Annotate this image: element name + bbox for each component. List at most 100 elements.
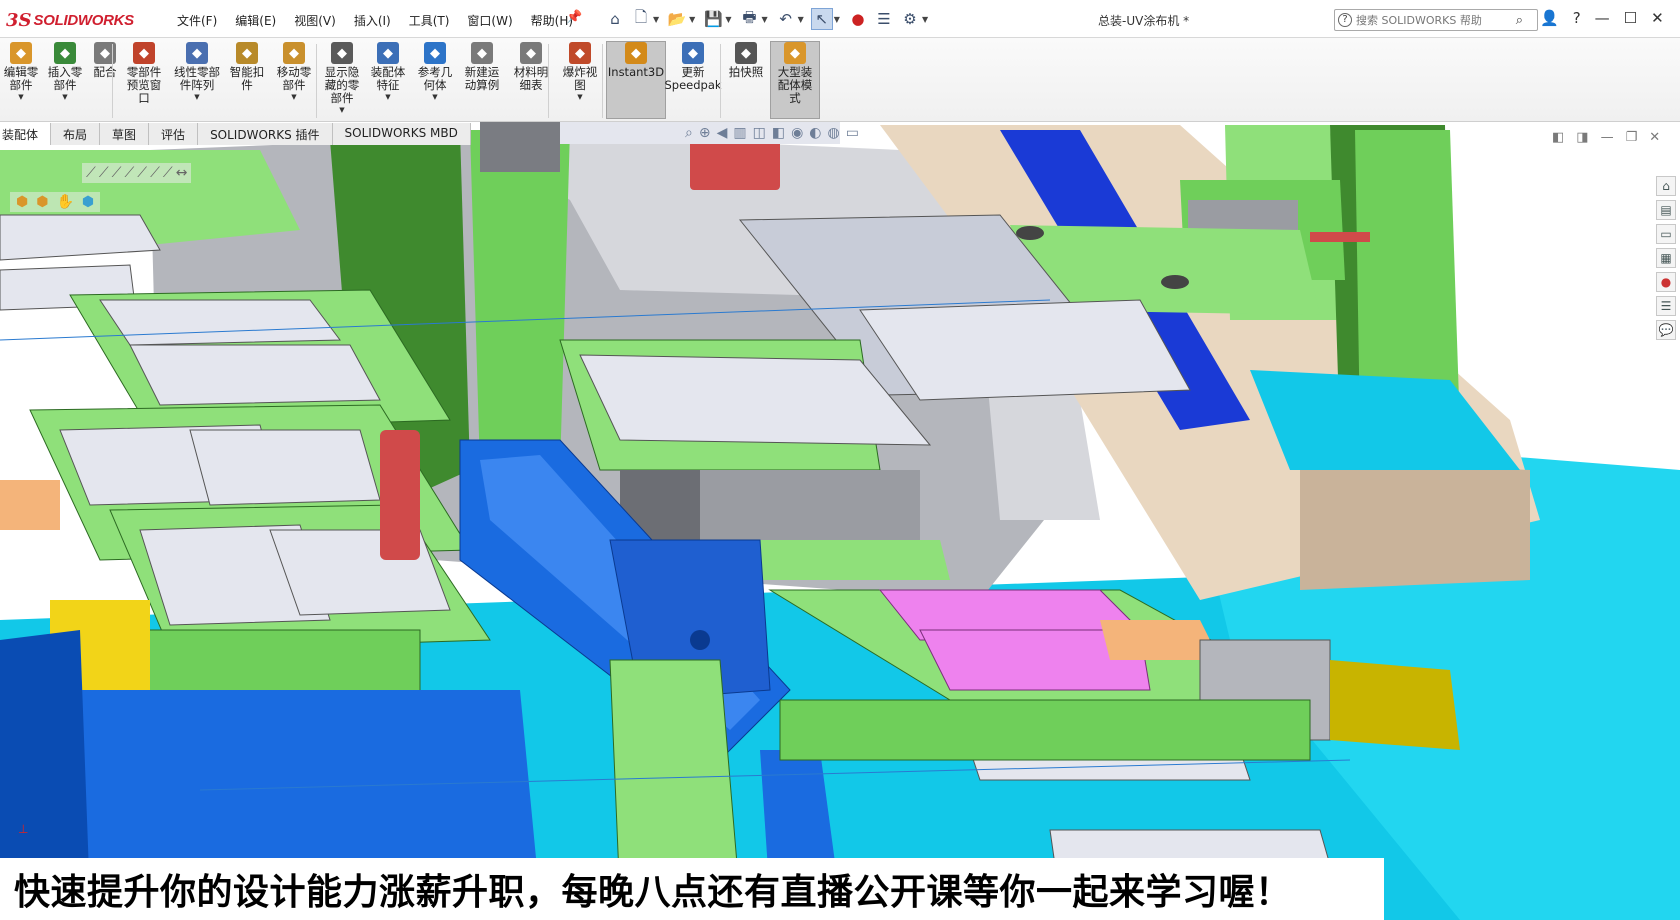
menu-insert[interactable]: 插入(I) bbox=[345, 10, 400, 31]
apply-scene-icon[interactable]: ◍ bbox=[828, 125, 840, 141]
rebuild-traffic-light-icon[interactable]: ● bbox=[847, 8, 869, 30]
tab-assembly[interactable]: 装配体 bbox=[0, 123, 52, 145]
chevron-down-icon[interactable]: ▼ bbox=[62, 93, 67, 101]
zoom-to-fit-icon[interactable]: ⌕ bbox=[685, 125, 693, 141]
solidworks-logo[interactable]: 3S SOLIDWORKS bbox=[6, 7, 134, 33]
help-icon[interactable]: ? bbox=[1573, 9, 1581, 27]
chevron-down-icon[interactable]: ▼ bbox=[922, 15, 928, 24]
ribbon-button-insert-component[interactable]: ◆ 插入零 部件 ▼ bbox=[40, 42, 90, 101]
zoom-area-icon[interactable]: ⊕ bbox=[699, 125, 711, 141]
file-explorer-icon[interactable]: ▭ bbox=[1656, 224, 1676, 244]
mate-tool-icon[interactable]: ⟋ bbox=[99, 165, 109, 181]
ribbon-button-reference-geometry[interactable]: ◆ 参考几 何体 ▼ bbox=[410, 42, 460, 101]
doc-minimize-icon[interactable]: — bbox=[1601, 130, 1614, 145]
section-view-icon[interactable]: ▥ bbox=[733, 125, 746, 141]
ribbon-button-motion-study[interactable]: ◆ 新建运 动算例 bbox=[456, 42, 508, 92]
chevron-down-icon[interactable]: ▼ bbox=[385, 93, 390, 101]
view-orientation-icon[interactable]: ◫ bbox=[753, 125, 766, 141]
display-style-icon[interactable]: ◧ bbox=[772, 125, 785, 141]
hide-show-items-icon[interactable]: ◉ bbox=[791, 125, 803, 141]
user-icon[interactable]: 👤 bbox=[1540, 9, 1559, 27]
ribbon-button-mate[interactable]: ◆ 配合 bbox=[88, 42, 122, 79]
ribbon-button-show-hidden[interactable]: ◆ 显示隐 藏的零 部件 ▼ bbox=[318, 42, 366, 114]
measure-icon[interactable]: ↔ bbox=[176, 165, 188, 181]
file-properties-icon[interactable]: ☰ bbox=[873, 8, 895, 30]
mate-tool-icon[interactable]: ⟋ bbox=[137, 165, 147, 181]
chevron-down-icon[interactable]: ▼ bbox=[761, 15, 767, 24]
split-left-icon[interactable]: ◧ bbox=[1552, 130, 1564, 145]
new-document-icon[interactable]: 🗋 bbox=[630, 8, 652, 30]
mate-tool-icon[interactable]: ⟋ bbox=[86, 165, 96, 181]
tab-layout[interactable]: 布局 bbox=[51, 123, 101, 145]
chevron-down-icon[interactable]: ▼ bbox=[653, 15, 659, 24]
mate-tool-icon[interactable]: ⟋ bbox=[124, 165, 134, 181]
ribbon-button-exploded-view[interactable]: ◆ 爆炸视 图 ▼ bbox=[555, 42, 605, 101]
chevron-down-icon[interactable]: ▼ bbox=[577, 93, 582, 101]
print-icon[interactable]: 🖶 bbox=[738, 8, 760, 30]
tab-solidworks-mbd[interactable]: SOLIDWORKS MBD bbox=[332, 123, 471, 145]
tab-solidworks-addins[interactable]: SOLIDWORKS 插件 bbox=[198, 123, 333, 145]
ribbon-button-component-preview[interactable]: ◆ 零部件 预览窗 口 bbox=[118, 42, 170, 105]
hand-icon[interactable]: ✋ bbox=[56, 194, 73, 210]
chevron-down-icon[interactable]: ▼ bbox=[432, 93, 437, 101]
ribbon-button-snapshot[interactable]: ◆ 拍快照 bbox=[722, 42, 770, 79]
edit-component-icon: ◆ bbox=[10, 42, 32, 64]
assembly-3d-model[interactable] bbox=[0, 122, 1680, 920]
tab-evaluate[interactable]: 评估 bbox=[149, 123, 199, 145]
minimize-icon[interactable]: — bbox=[1595, 9, 1610, 27]
menu-file[interactable]: 文件(F) bbox=[168, 10, 226, 31]
chevron-down-icon[interactable]: ▼ bbox=[18, 93, 23, 101]
split-right-icon[interactable]: ◨ bbox=[1576, 130, 1588, 145]
ribbon-button-instant3d[interactable]: ◆ Instant3D bbox=[606, 41, 666, 119]
mate-tool-icon[interactable]: ⟋ bbox=[163, 165, 173, 181]
forum-icon[interactable]: 💬 bbox=[1656, 320, 1676, 340]
ribbon-button-large-assembly[interactable]: ◆ 大型装 配体模 式 bbox=[770, 41, 820, 119]
design-library-icon[interactable]: ▤ bbox=[1656, 200, 1676, 220]
view-palette-icon[interactable]: ▦ bbox=[1656, 248, 1676, 268]
menu-window[interactable]: 窗口(W) bbox=[458, 10, 521, 31]
chevron-down-icon[interactable]: ▼ bbox=[725, 15, 731, 24]
search-input[interactable]: 搜索 SOLIDWORKS 帮助 bbox=[1356, 12, 1516, 28]
chevron-down-icon[interactable]: ▼ bbox=[834, 15, 840, 24]
chevron-down-icon[interactable]: ▼ bbox=[339, 106, 344, 114]
ribbon-button-speedpak[interactable]: ◆ 更新 Speedpak bbox=[662, 42, 724, 92]
search-icon[interactable]: ⌕ bbox=[1516, 13, 1523, 28]
doc-close-icon[interactable]: ✕ bbox=[1649, 130, 1660, 145]
menu-edit[interactable]: 编辑(E) bbox=[226, 10, 285, 31]
mate-tool-icon[interactable]: ⟋ bbox=[112, 165, 122, 181]
pin-menu-icon[interactable]: 📌 bbox=[566, 10, 582, 25]
graphics-area[interactable] bbox=[0, 122, 1680, 920]
ribbon-button-linear-pattern[interactable]: ◆ 线性零部 件阵列 ▼ bbox=[168, 42, 226, 101]
ribbon-button-edit-component[interactable]: ◆ 编辑零 部件 ▼ bbox=[0, 42, 42, 101]
edit-appearance-icon[interactable]: ◐ bbox=[809, 125, 821, 141]
chevron-down-icon[interactable]: ▼ bbox=[194, 93, 199, 101]
menu-tools[interactable]: 工具(T) bbox=[400, 10, 459, 31]
maximize-icon[interactable]: ☐ bbox=[1624, 9, 1637, 27]
chevron-down-icon[interactable]: ▼ bbox=[689, 15, 695, 24]
tab-sketch[interactable]: 草图 bbox=[100, 123, 150, 145]
select-cursor-icon[interactable]: ↖ bbox=[810, 8, 833, 30]
options-gear-icon[interactable]: ⚙ bbox=[899, 8, 921, 30]
help-search-box[interactable]: ? 搜索 SOLIDWORKS 帮助 ⌕ bbox=[1334, 9, 1538, 31]
custom-properties-icon[interactable]: ☰ bbox=[1656, 296, 1676, 316]
previous-view-icon[interactable]: ◀ bbox=[717, 125, 728, 141]
resources-home-icon[interactable]: ⌂ bbox=[1656, 176, 1676, 196]
chevron-down-icon[interactable]: ▼ bbox=[798, 15, 804, 24]
ribbon-button-move-component[interactable]: ◆ 移动零 部件 ▼ bbox=[268, 42, 320, 101]
part-icon[interactable]: ⬢ bbox=[16, 194, 28, 210]
ribbon-button-smart-fastener[interactable]: ◆ 智能扣 件 bbox=[222, 42, 272, 92]
open-folder-icon[interactable]: 📂 bbox=[666, 8, 688, 30]
mate-tool-icon[interactable]: ⟋ bbox=[150, 165, 160, 181]
assembly-icon[interactable]: ⬢ bbox=[36, 194, 48, 210]
close-icon[interactable]: ✕ bbox=[1651, 9, 1664, 27]
menu-view[interactable]: 视图(V) bbox=[285, 10, 345, 31]
appearances-icon[interactable]: ● bbox=[1656, 272, 1676, 292]
doc-restore-icon[interactable]: ❐ bbox=[1626, 130, 1638, 145]
undo-icon[interactable]: ↶ bbox=[775, 8, 797, 30]
view-settings-icon[interactable]: ▭ bbox=[846, 125, 859, 141]
cube-icon[interactable]: ⬢ bbox=[82, 194, 94, 210]
save-icon[interactable]: 💾 bbox=[702, 8, 724, 30]
home-icon[interactable]: ⌂ bbox=[604, 8, 626, 30]
ribbon-button-assembly-feature[interactable]: ◆ 装配体 特征 ▼ bbox=[362, 42, 414, 101]
chevron-down-icon[interactable]: ▼ bbox=[291, 93, 296, 101]
